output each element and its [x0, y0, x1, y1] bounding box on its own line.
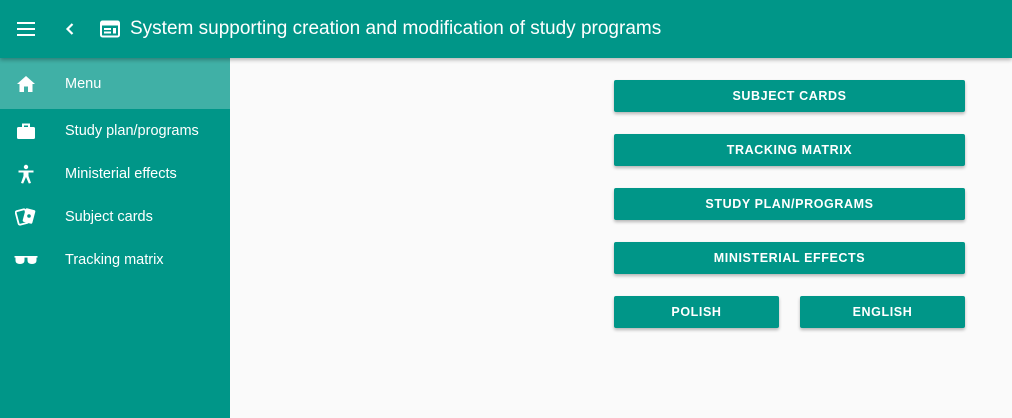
menu-icon[interactable] [14, 17, 38, 41]
tracking-matrix-button[interactable]: TRACKING MATRIX [614, 134, 965, 166]
sidebar-item-subject-cards[interactable]: Subject cards [0, 195, 230, 238]
top-toolbar: System supporting creation and modificat… [0, 0, 1012, 58]
sidebar-item-label: Tracking matrix [65, 251, 164, 268]
briefcase-icon [14, 119, 38, 143]
sidebar-item-label: Subject cards [65, 208, 153, 225]
sidebar-item-label: Ministerial effects [65, 165, 177, 182]
sidebar-item-label: Study plan/programs [65, 122, 199, 139]
accessibility-icon [14, 162, 38, 186]
sidebar-item-study-plan[interactable]: Study plan/programs [0, 109, 230, 152]
chevron-left-icon[interactable] [58, 17, 82, 41]
main-content: SUBJECT CARDS TRACKING MATRIX STUDY PLAN… [230, 58, 1012, 418]
cards-icon [14, 205, 38, 229]
sidebar-item-tracking-matrix[interactable]: Tracking matrix [0, 238, 230, 281]
ministerial-effects-button[interactable]: MINISTERIAL EFFECTS [614, 242, 965, 274]
sidebar: Menu Study plan/programs Ministerial eff… [0, 58, 230, 418]
polish-language-button[interactable]: POLISH [614, 296, 779, 328]
sidebar-item-ministerial-effects[interactable]: Ministerial effects [0, 152, 230, 195]
sidebar-item-label: Menu [65, 75, 102, 92]
sunglasses-icon [14, 248, 38, 272]
sidebar-item-menu[interactable]: Menu [0, 58, 230, 109]
study-plan-button[interactable]: STUDY PLAN/PROGRAMS [614, 188, 965, 220]
home-icon [14, 72, 38, 96]
english-language-button[interactable]: ENGLISH [800, 296, 965, 328]
web-window-icon [98, 17, 122, 41]
subject-cards-button[interactable]: SUBJECT CARDS [614, 80, 965, 112]
app-root: System supporting creation and modificat… [0, 0, 1012, 418]
page-title: System supporting creation and modificat… [130, 18, 662, 39]
